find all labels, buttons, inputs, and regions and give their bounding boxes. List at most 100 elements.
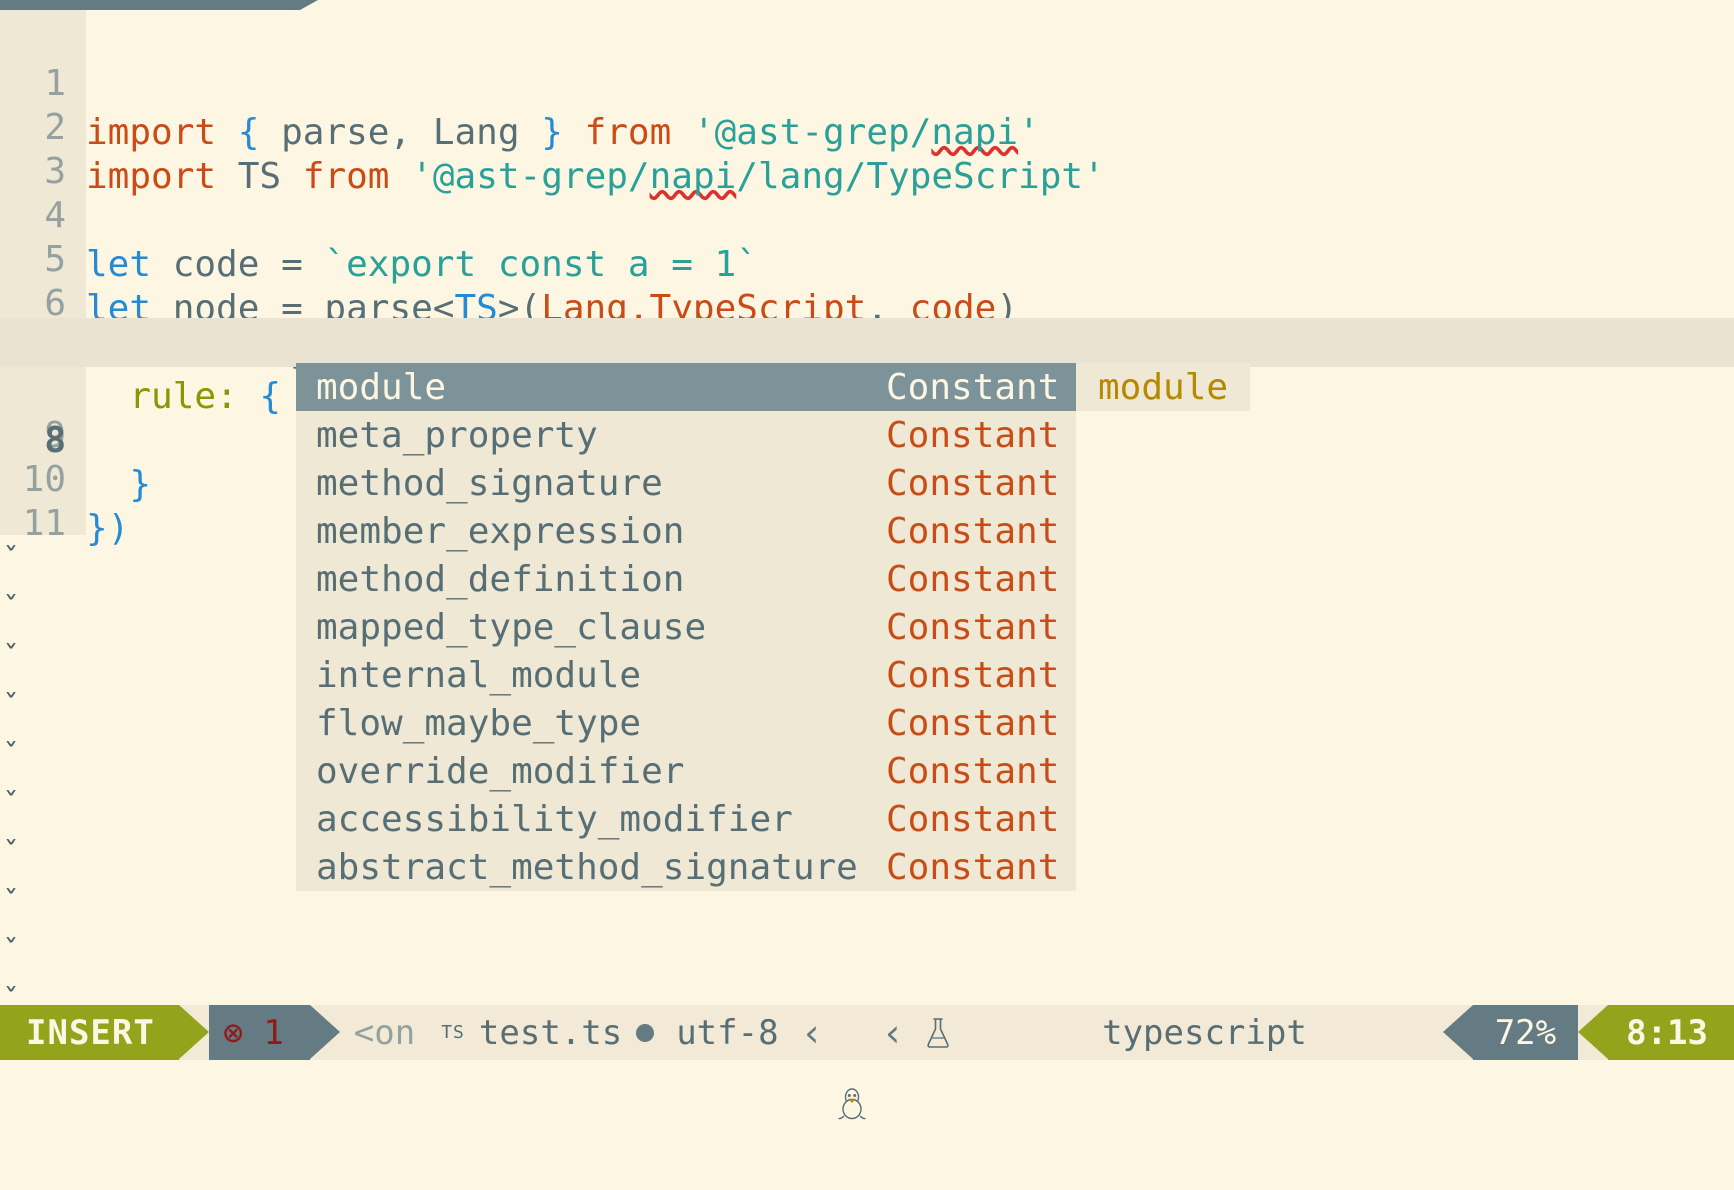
completion-item-label: abstract_method_signature	[316, 846, 858, 888]
completion-item-label: override_modifier	[316, 750, 685, 792]
status-encoding: utf-8	[676, 1012, 779, 1053]
token-brace: {	[237, 376, 282, 417]
error-icon: ⊗	[222, 1012, 244, 1053]
modified-indicator-icon	[636, 1023, 655, 1042]
completion-popup[interactable]: module Constant meta_property Constant m…	[296, 363, 1076, 891]
token-string-misspelled: napi	[649, 156, 737, 197]
completion-item-kind: Constant	[886, 558, 1060, 600]
completion-item-label: method_signature	[316, 462, 663, 504]
code-line: 6 node.root().find({	[0, 230, 476, 373]
token-keyword: from	[302, 156, 390, 197]
completion-item[interactable]: override_modifier Constant	[296, 747, 1076, 795]
completion-item-kind: Constant	[886, 606, 1060, 648]
status-lsp-client[interactable]: <on	[340, 1005, 431, 1060]
token-identifier: parse, Lang	[259, 112, 542, 153]
token-property: rule:	[129, 376, 238, 417]
token-identifier: TS	[237, 156, 282, 197]
status-separator-mode	[178, 1005, 209, 1059]
line-content: let code = `export const a = 1`	[86, 240, 758, 289]
token-brace: {	[237, 112, 260, 153]
completion-item-label: meta_property	[316, 414, 598, 456]
code-line: 5 let node = parse<TS>(Lang.TypeScript, …	[0, 186, 1018, 329]
token-keyword: from	[584, 112, 672, 153]
end-of-buffer-marker: ˇ	[2, 738, 21, 773]
status-separator-position	[1578, 1005, 1609, 1059]
error-count: 1	[263, 1012, 284, 1053]
end-of-buffer-marker: ˇ	[2, 836, 21, 871]
line-number-current: 8	[44, 420, 66, 461]
end-of-buffer-marker: ˇ	[2, 885, 21, 920]
status-separator-diagnostics	[309, 1005, 340, 1059]
completion-item[interactable]: abstract_method_signature Constant	[296, 843, 1076, 891]
completion-item-label: internal_module	[316, 654, 642, 696]
completion-item-kind: Constant	[886, 366, 1060, 408]
bufferline-active-tab[interactable]	[0, 0, 300, 10]
status-cursor-position: 8:13	[1608, 1005, 1734, 1060]
completion-item-kind: Constant	[886, 750, 1060, 792]
flask-icon	[924, 936, 1088, 1130]
completion-detail-popup: module	[1076, 363, 1251, 411]
completion-item[interactable]: method_definition Constant	[296, 555, 1076, 603]
completion-item[interactable]: method_signature Constant	[296, 459, 1076, 507]
completion-item[interactable]: accessibility_modifier Constant	[296, 795, 1076, 843]
code-line-current: 8 kind: 'module'	[0, 318, 1734, 510]
completion-item[interactable]: internal_module Constant	[296, 651, 1076, 699]
completion-item-label: method_definition	[316, 558, 685, 600]
token-brace: }	[129, 464, 152, 505]
end-of-buffer-marker: ˇ	[2, 787, 21, 822]
completion-item-label: member_expression	[316, 510, 685, 552]
completion-item-label: accessibility_modifier	[316, 798, 793, 840]
completion-item-kind: Constant	[886, 702, 1060, 744]
line-content: import TS from '@ast-grep/napi/lang/Type…	[86, 152, 1105, 201]
completion-item-kind: Constant	[886, 510, 1060, 552]
end-of-buffer-marker: ˇ	[2, 689, 21, 724]
end-of-buffer-marker: ˇ	[2, 640, 21, 675]
status-spacer	[1317, 1005, 1443, 1060]
cursorline-highlight	[0, 318, 1734, 367]
statusline: INSERT ⊗ 1 <on TS test.ts utf-8 ‹ ‹ type…	[0, 1005, 1734, 1119]
completion-item-label: flow_maybe_type	[316, 702, 642, 744]
code-line: 3	[0, 98, 130, 192]
end-of-buffer-markers: ˇ ˇ ˇ ˇ ˇ ˇ ˇ ˇ ˇ ˇ	[0, 535, 40, 1025]
status-language-label: typescript	[1102, 1012, 1307, 1053]
token-string-misspelled: napi	[931, 112, 1019, 153]
token-string: /lang/TypeScript'	[736, 156, 1105, 197]
completion-item[interactable]: flow_maybe_type Constant	[296, 699, 1076, 747]
completion-item-kind: Constant	[886, 798, 1060, 840]
status-diagnostics[interactable]: ⊗ 1	[208, 1005, 310, 1060]
bufferline-tab-slant	[300, 0, 318, 10]
code-line: 7 rule: {	[0, 274, 281, 417]
status-chevron-icon-1: ‹	[800, 1010, 824, 1055]
completion-item-selected[interactable]: module Constant	[296, 363, 1076, 411]
bufferline	[0, 0, 1734, 10]
completion-detail-text: module	[1098, 366, 1229, 408]
completion-item[interactable]: member_expression Constant	[296, 507, 1076, 555]
token-identifier: code =	[151, 244, 325, 285]
code-line: 1 import { parse, Lang } from '@ast-grep…	[0, 10, 1039, 153]
status-mode: INSERT	[0, 1005, 179, 1060]
status-language[interactable]: typescript	[914, 1005, 1316, 1060]
token-brace: }	[541, 112, 563, 153]
line-content: import { parse, Lang } from '@ast-grep/n…	[86, 108, 1040, 157]
end-of-buffer-marker: ˇ	[2, 934, 21, 969]
completion-item-kind: Constant	[886, 654, 1060, 696]
token-string: '	[1018, 112, 1040, 153]
code-editor[interactable]: 1 import { parse, Lang } from '@ast-grep…	[0, 10, 1734, 1018]
status-scroll-percent: 72%	[1472, 1005, 1579, 1060]
token-string: '@ast-grep/	[692, 112, 932, 153]
status-chevron-icon-2: ‹	[881, 1010, 905, 1055]
completion-item[interactable]: mapped_type_clause Constant	[296, 603, 1076, 651]
linux-penguin-icon	[833, 1005, 871, 1119]
code-line: 9 }	[0, 362, 151, 505]
completion-item-kind: Constant	[886, 462, 1060, 504]
status-filename: test.ts	[478, 1012, 623, 1053]
completion-item-kind: Constant	[886, 414, 1060, 456]
end-of-buffer-marker: ˇ	[2, 591, 21, 626]
completion-item-label: module	[316, 366, 447, 408]
token-template-string: `export const a = 1`	[324, 244, 758, 285]
completion-item-label: mapped_type_clause	[316, 606, 707, 648]
completion-item[interactable]: meta_property Constant	[296, 411, 1076, 459]
token-string: '@ast-grep/	[411, 156, 650, 197]
status-file[interactable]: TS test.ts	[431, 1005, 664, 1060]
